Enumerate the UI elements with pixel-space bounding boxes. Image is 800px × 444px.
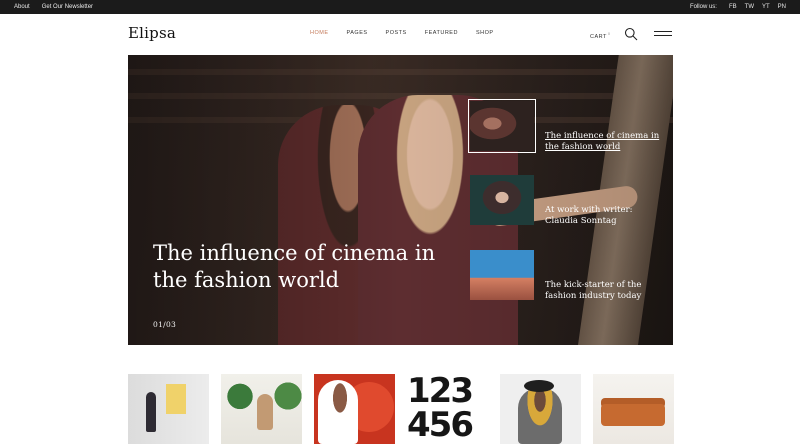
hamburger-menu-icon[interactable] [654,31,672,39]
sofa-shape [601,404,665,426]
post-thumbnail-portrait-red[interactable] [314,374,395,444]
slide-thumbnail[interactable] [470,175,534,225]
hero-title[interactable]: The influence of cinema in the fashion w… [153,240,443,294]
about-link[interactable]: About [14,4,30,10]
nav-item-shop[interactable]: SHOP [476,30,494,36]
post-thumbnail-hat[interactable] [500,374,581,444]
hat-shape [524,380,554,392]
social-link-fb[interactable]: FB [729,4,737,10]
slide-item-1[interactable]: The influence of cinema in the fashion w… [468,99,660,153]
slide-item-title[interactable]: At work with writer: Claudia Sonntag [545,205,660,227]
top-bar: About Get Our Newsletter Follow us: FB T… [0,0,800,14]
nav-item-posts[interactable]: POSTS [386,30,407,36]
plant-shape [273,376,302,426]
numbers-graphic-line1: 123 [407,374,474,411]
cart-link[interactable]: CART0 [590,31,611,40]
slide-thumbnail[interactable] [470,250,534,300]
nav-item-home[interactable]: HOME [310,30,329,36]
yellow-artwork [166,384,186,414]
newsletter-link[interactable]: Get Our Newsletter [42,4,93,10]
visitor-figure [146,392,156,432]
main-nav: HOME PAGES POSTS FEATURED SHOP [310,30,494,36]
post-thumbnail-gallery[interactable] [128,374,209,444]
follow-label: Follow us: [689,4,717,10]
person-figure [318,380,358,444]
nav-item-pages[interactable]: PAGES [347,30,368,36]
post-thumbnail-plants[interactable] [221,374,302,444]
slide-item-title[interactable]: The influence of cinema in the fashion w… [545,131,660,153]
plant-shape [225,378,255,424]
person-figure [257,394,273,430]
slide-item-2[interactable]: At work with writer: Claudia Sonntag [470,175,660,227]
site-logo[interactable]: Elipsa [128,24,176,42]
cart-count: 0 [607,31,611,36]
search-icon[interactable] [624,27,638,41]
post-thumbnail-strip: 123 456 [128,374,674,444]
social-link-yt[interactable]: YT [762,4,770,10]
slide-item-title[interactable]: The kick-starter of the fashion industry… [545,280,660,302]
social-link-pn[interactable]: PN [778,4,786,10]
post-thumbnail-sofa[interactable] [593,374,674,444]
slide-item-3[interactable]: The kick-starter of the fashion industry… [470,250,660,302]
numbers-graphic-line2: 456 [407,405,474,444]
post-thumbnail-numbers[interactable]: 123 456 [407,374,488,444]
slide-counter: 01/03 [153,320,177,329]
person-figure [518,388,562,444]
slide-thumbnail[interactable] [468,99,536,153]
nav-item-featured[interactable]: FEATURED [425,30,458,36]
hero-slider[interactable]: The influence of cinema in the fashion w… [128,55,673,345]
cart-label: CART [590,33,607,40]
social-link-tw[interactable]: TW [745,4,754,10]
